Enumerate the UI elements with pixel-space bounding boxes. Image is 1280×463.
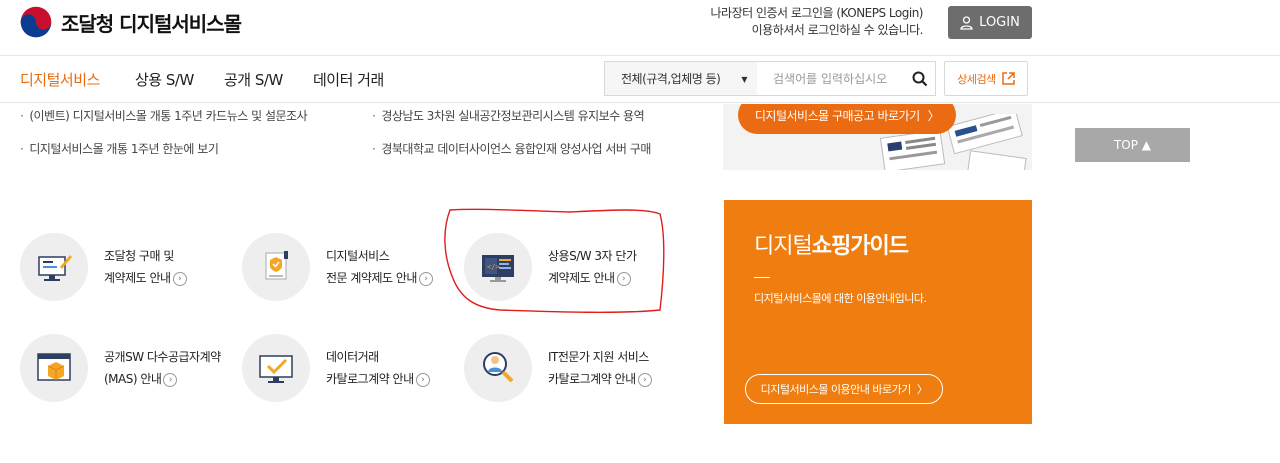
nav-item-digital-service[interactable]: 디지털서비스 (20, 69, 100, 90)
purchase-notice-label: 디지털서비스몰 구매공고 바로가기 (754, 108, 920, 123)
service-icon-circle (464, 334, 532, 402)
search-box: 전체(규격,업체명 등) ▼ (604, 61, 936, 96)
service-text: 상용S/W 3자 단가 계약제도 안내 › (548, 245, 637, 289)
login-note-line1: 나라장터 인증서 로그인을 (KONEPS Login) (710, 6, 923, 20)
box-window-icon (37, 353, 71, 381)
service-line1: 디지털서비스 (326, 249, 390, 263)
site-logo[interactable]: 조달청 디지털서비스몰 (19, 5, 242, 39)
service-line1: 조달청 구매 및 (104, 249, 174, 263)
login-notice: 나라장터 인증서 로그인을 (KONEPS Login) 이용하셔서 로그인하실… (710, 5, 923, 39)
service-text: 데이터거래 카탈로그계약 안내 › (326, 346, 430, 390)
notice-text: 디지털서비스몰 개통 1주년 한눈에 보기 (29, 142, 219, 156)
site-header: 조달청 디지털서비스몰 나라장터 인증서 로그인을 (KONEPS Login)… (0, 0, 1280, 56)
search-category-value: 전체(규격,업체명 등) (621, 72, 721, 86)
service-line2: 카탈로그계약 안내 (548, 372, 636, 386)
circle-arrow-icon: › (616, 271, 631, 286)
guide-description: 디지털서비스몰에 대한 이용안내입니다. (754, 292, 927, 305)
service-text: 디지털서비스 전문 계약제도 안내 › (326, 245, 433, 289)
guide-title-bold: 쇼핑가이드 (811, 234, 909, 259)
circle-arrow-icon: › (637, 372, 652, 387)
service-item-commercial-sw-contract[interactable]: </> 상용S/W 3자 단가 계약제도 안내 › (464, 233, 637, 301)
expert-magnifier-icon (483, 352, 514, 383)
login-label: LOGIN (979, 15, 1020, 30)
service-text: IT전문가 지원 서비스 카탈로그계약 안내 › (548, 346, 652, 390)
guide-link-label: 디지털서비스몰 이용안내 바로가기 (760, 383, 912, 396)
service-text: 조달청 구매 및 계약제도 안내 › (104, 245, 187, 289)
login-button[interactable]: LOGIN (948, 6, 1032, 39)
code-monitor-icon: </> (482, 255, 514, 282)
circle-arrow-icon: › (415, 372, 430, 387)
service-line2: 계약제도 안내 (548, 271, 615, 285)
service-line1: 상용S/W 3자 단가 (548, 249, 637, 263)
search-category-select[interactable]: 전체(규격,업체명 등) ▼ (605, 62, 757, 95)
site-title: 조달청 디지털서비스몰 (61, 11, 242, 36)
nav-item-commercial-sw[interactable]: 상용 S/W (135, 69, 194, 90)
main-nav: 디지털서비스 상용 S/W 공개 S/W 데이터 거래 전체(규격,업체명 등)… (0, 57, 1280, 103)
service-icon-circle (20, 233, 88, 301)
notice-text: 경상남도 3차원 실내공간정보관리시스템 유지보수 용역 (381, 109, 645, 123)
service-line1: 데이터거래 (326, 350, 379, 364)
guide-divider (754, 277, 770, 278)
service-icon-circle (242, 334, 310, 402)
nav-item-data-trade[interactable]: 데이터 거래 (313, 69, 384, 90)
login-note-line2: 이용하셔서 로그인하실 수 있습니다. (751, 23, 924, 37)
service-text: 공개SW 다수공급자계약 (MAS) 안내 › (104, 346, 221, 390)
search-icon[interactable] (911, 70, 929, 88)
service-line1: 공개SW 다수공급자계약 (104, 350, 221, 364)
purchase-notice-link[interactable]: 디지털서비스몰 구매공고 바로가기 〉 (738, 104, 956, 134)
service-item-digital-contract[interactable]: 디지털서비스 전문 계약제도 안내 › (242, 233, 433, 301)
circle-arrow-icon: › (163, 372, 178, 387)
service-line1: IT전문가 지원 서비스 (548, 350, 649, 364)
notice-text: (이벤트) 디지털서비스몰 개통 1주년 카드뉴스 및 설문조사 (29, 109, 308, 123)
chevron-right-icon: 〉 (916, 383, 928, 396)
service-item-procurement-guide[interactable]: 조달청 구매 및 계약제도 안내 › (20, 233, 187, 301)
monitor-pen-icon (38, 255, 72, 281)
service-item-it-expert[interactable]: IT전문가 지원 서비스 카탈로그계약 안내 › (464, 334, 652, 402)
guide-title: 디지털쇼핑가이드 (754, 228, 909, 260)
service-line2: 계약제도 안내 (104, 271, 171, 285)
notice-item[interactable]: · 경상남도 3차원 실내공간정보관리시스템 유지보수 용역 (372, 107, 645, 124)
service-item-data-trade[interactable]: 데이터거래 카탈로그계약 안내 › (242, 334, 430, 402)
caret-down-icon: ▼ (741, 75, 747, 84)
search-input[interactable] (757, 62, 907, 95)
circle-arrow-icon: › (172, 271, 187, 286)
service-icon-circle (20, 334, 88, 402)
circle-arrow-icon: › (418, 271, 433, 286)
purchase-notice-banner: 디지털서비스몰 구매공고 바로가기 〉 (723, 104, 1032, 170)
svg-text:</>: </> (487, 263, 500, 271)
notice-text: 경북대학교 데이터사이언스 융합인재 양성사업 서버 구매 (381, 142, 651, 156)
service-line2: (MAS) 안내 (104, 372, 162, 386)
external-link-icon (1001, 72, 1015, 85)
notice-item[interactable]: · (이벤트) 디지털서비스몰 개통 1주년 카드뉴스 및 설문조사 (20, 107, 308, 124)
shopping-guide-panel: 디지털쇼핑가이드 디지털서비스몰에 대한 이용안내입니다. 디지털서비스몰 이용… (724, 200, 1032, 424)
service-line2: 전문 계약제도 안내 (326, 271, 417, 285)
service-icon-circle: </> (464, 233, 532, 301)
service-icon-circle (242, 233, 310, 301)
notice-item[interactable]: · 디지털서비스몰 개통 1주년 한눈에 보기 (20, 140, 219, 157)
guide-title-light: 디지털 (754, 234, 813, 259)
nav-item-open-sw[interactable]: 공개 S/W (224, 69, 283, 90)
detail-search-label: 상세검색 (957, 72, 996, 86)
scroll-top-button[interactable]: TOP ▲ (1075, 128, 1190, 162)
chevron-right-icon: 〉 (927, 108, 940, 123)
guide-link-button[interactable]: 디지털서비스몰 이용안내 바로가기 〉 (745, 374, 943, 404)
user-icon (960, 15, 973, 30)
certificate-icon (265, 251, 288, 280)
detail-search-button[interactable]: 상세검색 (944, 61, 1028, 96)
taegeuk-logo-icon (20, 6, 52, 38)
service-item-open-sw-mas[interactable]: 공개SW 다수공급자계약 (MAS) 안내 › (20, 334, 221, 402)
monitor-check-icon (259, 355, 293, 383)
notice-item[interactable]: · 경북대학교 데이터사이언스 융합인재 양성사업 서버 구매 (372, 140, 651, 157)
service-line2: 카탈로그계약 안내 (326, 372, 414, 386)
